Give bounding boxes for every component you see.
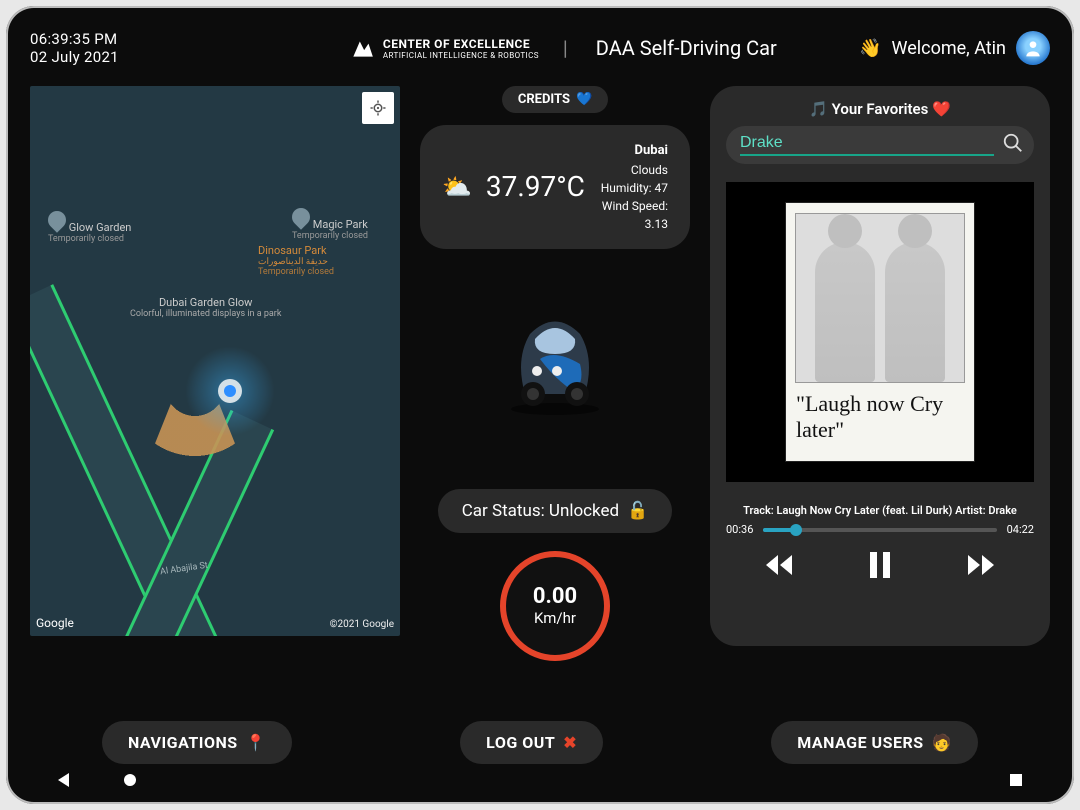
speedometer: 0.00 Km/hr bbox=[500, 551, 610, 661]
music-panel: 🎵 Your Favorites ❤️ bbox=[710, 86, 1050, 646]
weather-humidity: Humidity: 47 bbox=[599, 179, 668, 197]
weather-icon: ⛅ bbox=[442, 173, 472, 201]
prev-icon bbox=[762, 552, 796, 578]
pause-button[interactable] bbox=[867, 550, 893, 584]
map-poi-dinosaur-park[interactable]: Dinosaur Park حديقة الديناصورات Temporar… bbox=[258, 244, 334, 277]
android-recent-button[interactable] bbox=[1010, 774, 1022, 786]
android-back-button[interactable] bbox=[58, 773, 69, 787]
poi-status: Temporarily closed bbox=[48, 234, 131, 244]
poi-label: Magic Park bbox=[313, 218, 368, 231]
poi-sub: Colorful, illuminated displays in a park bbox=[130, 309, 281, 319]
manage-users-button[interactable]: MANAGE USERS 🧑 bbox=[771, 721, 978, 764]
locate-icon bbox=[369, 99, 387, 117]
welcome-text: Welcome, Atin bbox=[892, 38, 1006, 59]
prev-button[interactable] bbox=[762, 552, 796, 582]
brand-logo-icon bbox=[349, 35, 375, 61]
speed-unit: Km/hr bbox=[534, 609, 576, 627]
heart-icon: 💙 bbox=[576, 92, 592, 107]
search-icon bbox=[1002, 132, 1024, 154]
car-status-label: Car Status: Unlocked bbox=[462, 501, 619, 521]
logout-label: LOG OUT bbox=[486, 733, 555, 752]
brand-subtitle: ARTIFICIAL INTELLIGENCE & ROBOTICS bbox=[383, 51, 539, 60]
map-view[interactable]: Glow Garden Temporarily closed Magic Par… bbox=[30, 86, 400, 636]
android-home-button[interactable] bbox=[124, 774, 136, 786]
speed-value: 0.00 bbox=[533, 584, 577, 609]
favorites-title-text: Your Favorites bbox=[832, 100, 929, 118]
search-button[interactable] bbox=[1002, 132, 1024, 158]
next-icon bbox=[964, 552, 998, 578]
credits-label: CREDITS bbox=[518, 92, 570, 107]
poi-status: Temporarily closed bbox=[258, 267, 334, 277]
favorites-title: 🎵 Your Favorites ❤️ bbox=[726, 100, 1034, 118]
weather-card: ⛅ 37.97°C Dubai Clouds Humidity: 47 Wind… bbox=[420, 125, 690, 249]
map-google-label: Google bbox=[36, 616, 74, 630]
avatar-icon bbox=[1023, 38, 1043, 58]
credits-button[interactable]: CREDITS 💙 bbox=[502, 86, 608, 113]
poi-label-ar: حديقة الديناصورات bbox=[258, 257, 334, 267]
app-title: DAA Self-Driving Car bbox=[596, 36, 777, 60]
poi-label: Dinosaur Park bbox=[258, 244, 327, 257]
navigations-button[interactable]: NAVIGATIONS 📍 bbox=[102, 721, 292, 764]
weather-city: Dubai bbox=[599, 141, 668, 161]
map-poi-magic-park[interactable]: Magic Park Temporarily closed bbox=[292, 208, 368, 241]
weather-condition: Clouds bbox=[599, 161, 668, 179]
pin-icon: 📍 bbox=[246, 733, 266, 752]
map-poi-glow-garden[interactable]: Glow Garden Temporarily closed bbox=[48, 211, 131, 244]
map-pin-icon bbox=[288, 204, 313, 229]
avatar[interactable] bbox=[1016, 31, 1050, 65]
elapsed-time: 00:36 bbox=[726, 523, 753, 536]
logout-button[interactable]: LOG OUT ✖ bbox=[460, 721, 603, 764]
brand-name: CENTER OF EXCELLENCE bbox=[383, 37, 530, 51]
wave-icon: 👋 bbox=[859, 38, 881, 59]
clock-date: 02 July 2021 bbox=[30, 48, 119, 66]
navigations-label: NAVIGATIONS bbox=[128, 733, 238, 752]
car-status: Car Status: Unlocked 🔓 bbox=[438, 489, 673, 533]
poi-status: Temporarily closed bbox=[292, 231, 368, 241]
search-input[interactable] bbox=[740, 134, 994, 156]
lock-icon: 🔓 bbox=[627, 501, 648, 521]
welcome-block: 👋 Welcome, Atin bbox=[859, 31, 1050, 65]
poi-label: Glow Garden bbox=[69, 221, 132, 234]
next-button[interactable] bbox=[964, 552, 998, 582]
manage-users-label: MANAGE USERS bbox=[797, 733, 923, 752]
android-nav-bar bbox=[30, 764, 1050, 796]
top-bar: 06:39:35 PM 02 July 2021 CENTER OF EXCEL… bbox=[30, 18, 1050, 78]
poi-label: Dubai Garden Glow bbox=[159, 296, 253, 309]
total-time: 04:22 bbox=[1007, 523, 1034, 536]
map-vehicle-marker bbox=[185, 346, 275, 436]
map-copyright: ©2021 Google bbox=[330, 619, 394, 630]
music-search[interactable] bbox=[726, 126, 1034, 164]
seek-track[interactable] bbox=[763, 528, 996, 532]
datetime-block: 06:39:35 PM 02 July 2021 bbox=[30, 30, 119, 66]
music-note-icon: 🎵 bbox=[809, 100, 828, 118]
car-illustration bbox=[485, 289, 625, 429]
progress-bar[interactable]: 00:36 04:22 bbox=[726, 523, 1034, 536]
pause-icon bbox=[867, 550, 893, 580]
seek-knob[interactable] bbox=[790, 524, 802, 536]
clock-time: 06:39:35 PM bbox=[30, 30, 119, 48]
album-caption: "Laugh now Cry later" bbox=[796, 391, 964, 443]
title-divider: | bbox=[563, 36, 568, 60]
album-art: "Laugh now Cry later" bbox=[726, 182, 1034, 482]
heart-icon: ❤️ bbox=[932, 100, 951, 118]
user-icon: 🧑 bbox=[932, 733, 952, 752]
map-locate-button[interactable] bbox=[362, 92, 394, 124]
map-poi-garden-glow[interactable]: Dubai Garden Glow Colorful, illuminated … bbox=[130, 296, 281, 319]
map-pin-icon bbox=[44, 207, 69, 232]
close-icon: ✖ bbox=[563, 733, 577, 752]
weather-temp: 37.97°C bbox=[486, 170, 585, 203]
weather-wind: Wind Speed: 3.13 bbox=[599, 197, 668, 233]
brand: CENTER OF EXCELLENCE ARTIFICIAL INTELLIG… bbox=[349, 35, 539, 61]
track-info: Track: Laugh Now Cry Later (feat. Lil Du… bbox=[726, 504, 1034, 517]
